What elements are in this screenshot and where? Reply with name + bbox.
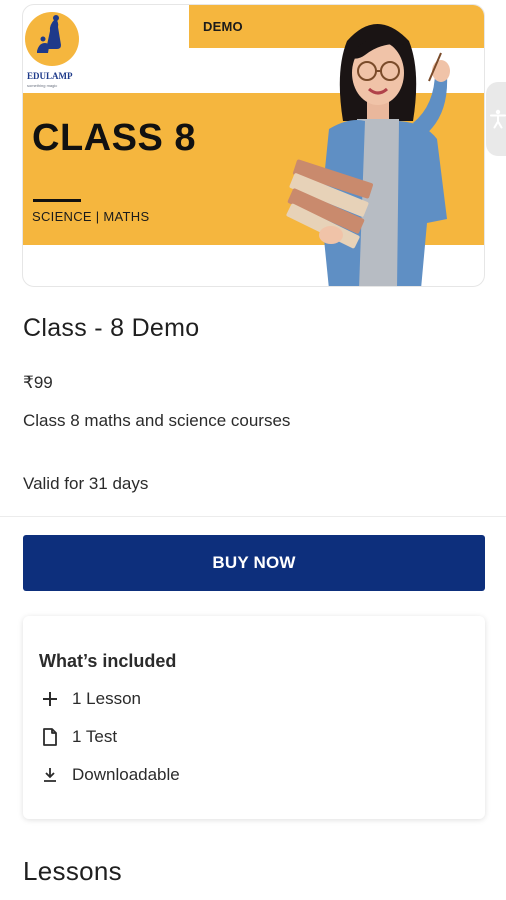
edulamp-logo: EDULAMP something magic	[25, 9, 79, 91]
plus-icon	[39, 688, 61, 710]
section-divider	[0, 516, 506, 517]
course-title: Class - 8 Demo	[23, 314, 200, 342]
course-banner-image: DEMO EDULAMP something magic CLASS 8 SCI…	[22, 4, 485, 287]
course-validity: Valid for 31 days	[23, 474, 149, 493]
included-item-downloadable: Downloadable	[39, 764, 180, 786]
buy-now-button[interactable]: BUY NOW	[23, 535, 485, 591]
accessibility-icon	[490, 109, 506, 129]
course-price: ₹99	[23, 373, 53, 392]
banner-title-underline	[33, 199, 81, 202]
banner-demo-tag: DEMO	[203, 19, 243, 34]
banner-title: CLASS 8	[32, 117, 196, 159]
whats-included-heading: What’s included	[39, 651, 177, 671]
course-description: Class 8 maths and science courses	[23, 411, 291, 430]
download-icon	[39, 764, 61, 786]
student-illustration	[286, 24, 450, 286]
banner-subjects: SCIENCE | MATHS	[32, 209, 150, 224]
included-item-tests: 1 Test	[39, 726, 117, 748]
whats-included-card: What’s included 1 Lesson 1 Test Download…	[23, 616, 485, 819]
document-icon	[39, 726, 61, 748]
included-item-lessons: 1 Lesson	[39, 688, 141, 710]
accessibility-tab[interactable]	[486, 82, 506, 156]
lessons-heading: Lessons	[23, 856, 122, 886]
